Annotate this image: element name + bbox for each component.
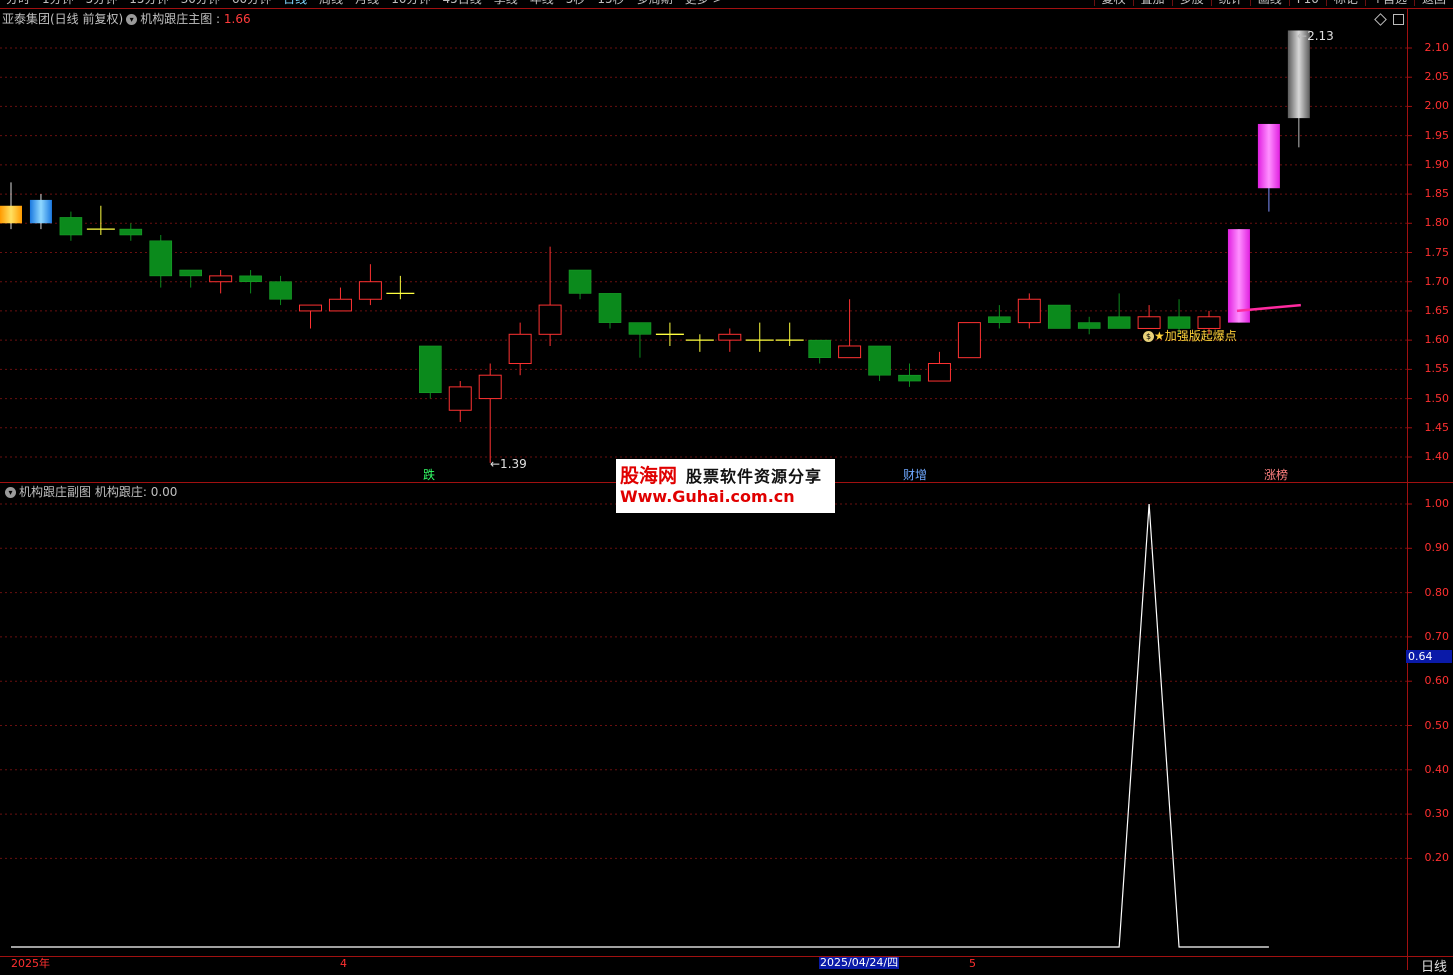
price-tick-label: 1.85 xyxy=(1424,187,1450,201)
candle-body xyxy=(988,316,1011,323)
candle-body xyxy=(1077,322,1101,329)
candle-body xyxy=(448,386,472,411)
candle-body xyxy=(1017,298,1041,324)
candle-body xyxy=(1287,30,1310,119)
low-price-label: ←1.39 xyxy=(490,457,527,471)
price-tick-label: 1.45 xyxy=(1424,420,1450,434)
high-price-label: ←2.13 xyxy=(1297,29,1334,43)
sub-tick-label: 0.70 xyxy=(1424,629,1450,643)
price-tick-label: 1.95 xyxy=(1424,128,1450,142)
candle-body xyxy=(1047,304,1071,329)
date-label-year: 2025年 xyxy=(11,957,50,970)
price-tick-label: 2.00 xyxy=(1424,99,1450,113)
price-tick-label: 2.10 xyxy=(1424,41,1450,54)
sub-tick-label: 0.50 xyxy=(1424,718,1450,732)
price-tick-label: 1.65 xyxy=(1424,303,1450,317)
candle-body xyxy=(29,199,52,224)
candle-body xyxy=(239,275,262,283)
price-tick-label: 1.80 xyxy=(1424,216,1450,230)
candle-body xyxy=(628,322,652,335)
date-label-may: 5 xyxy=(969,957,976,970)
sub-cursor-value: 0.64 xyxy=(1406,650,1452,663)
money-bag-icon: $ xyxy=(1143,331,1154,342)
sub-tick-label: 0.90 xyxy=(1424,541,1450,555)
price-tick-label: 1.40 xyxy=(1424,450,1450,463)
candle-body xyxy=(0,205,22,224)
sub-tick-label: 0.60 xyxy=(1424,674,1450,688)
price-tick-label: 1.50 xyxy=(1424,391,1450,405)
sub-tick-label: 0.20 xyxy=(1424,851,1450,865)
candle-body xyxy=(838,345,862,359)
sub-tick-label: 0.80 xyxy=(1424,585,1450,599)
sub-tick-label: 1.00 xyxy=(1424,497,1450,510)
watermark-brand: 股海网 xyxy=(620,465,678,487)
candle-body xyxy=(598,293,622,323)
sub-tick-label: 0.30 xyxy=(1424,807,1450,821)
candle-body xyxy=(718,333,742,341)
candle-body xyxy=(927,363,951,382)
price-tick-label: 1.55 xyxy=(1424,362,1450,376)
candle-body xyxy=(1227,229,1250,323)
date-cursor-label: 2025/04/24/四 xyxy=(819,956,900,969)
candle-body xyxy=(149,240,173,277)
watermark-url: Www.Guhai.com.cn xyxy=(620,487,795,506)
event-label-earnings[interactable]: 财增 xyxy=(901,468,929,482)
candle-body xyxy=(119,228,143,236)
candle-body xyxy=(269,281,292,300)
candle-body xyxy=(868,345,891,376)
candle-body xyxy=(179,269,202,277)
candle-body xyxy=(358,281,382,300)
signal-label: $ ★加强版起爆点 xyxy=(1143,327,1237,344)
event-label-gainers[interactable]: 涨榜 xyxy=(1262,468,1290,482)
period-label[interactable]: 日线 xyxy=(1421,956,1447,975)
event-label-drop[interactable]: 跌 xyxy=(421,468,437,482)
date-label-april: 4 xyxy=(340,957,347,970)
candle-body xyxy=(1107,316,1131,329)
candle-body xyxy=(418,345,442,394)
candle-body xyxy=(328,298,352,312)
candle-body xyxy=(478,374,502,400)
candle-body xyxy=(568,269,592,294)
candle-body xyxy=(808,339,831,358)
candle-body xyxy=(59,217,83,236)
candle-body xyxy=(209,275,233,283)
watermark-slogan: 股票软件资源分享 xyxy=(686,467,823,486)
price-tick-label: 1.90 xyxy=(1424,157,1450,171)
candle-body xyxy=(538,304,562,335)
candle-body xyxy=(508,333,532,365)
price-tick-label: 1.60 xyxy=(1424,333,1450,347)
candle-body xyxy=(957,322,981,359)
price-tick-label: 1.70 xyxy=(1424,274,1450,288)
price-tick-label: 2.05 xyxy=(1424,70,1450,84)
candle-body xyxy=(898,374,921,382)
watermark: 股海网 股票软件资源分享 Www.Guhai.com.cn xyxy=(616,459,835,513)
candle-body xyxy=(1257,123,1280,189)
sub-tick-label: 0.40 xyxy=(1424,762,1450,776)
price-tick-label: 1.75 xyxy=(1424,245,1450,259)
candle-body xyxy=(299,304,322,312)
